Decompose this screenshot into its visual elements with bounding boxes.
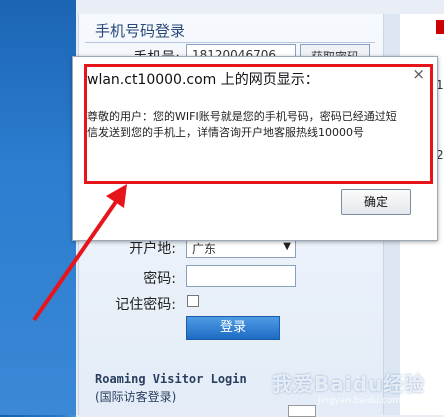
chevron-down-icon: ▼ — [283, 241, 291, 252]
password-input[interactable] — [186, 265, 296, 287]
roaming-login-title[interactable]: Roaming Visitor Login — [95, 372, 247, 386]
password-label: 密码: — [143, 271, 176, 287]
region-label: 开户地: — [129, 241, 176, 257]
watermark-text: 我爱Baidu经验 — [272, 372, 426, 396]
bottom-widget — [288, 405, 316, 417]
login-title: 手机号码登录 — [95, 22, 186, 40]
region-value: 广东 — [192, 242, 217, 256]
right-red-marker — [436, 20, 444, 34]
remember-label: 记住密码: — [115, 297, 176, 313]
roaming-login-subtitle: (国际访客登录) — [95, 390, 177, 404]
remember-checkbox[interactable] — [187, 295, 199, 307]
ok-button[interactable]: 确定 — [341, 189, 411, 215]
alert-dialog: wlan.ct10000.com 上的网页显示： × 尊敬的用户：您的WIFI账… — [72, 56, 438, 241]
title-divider — [85, 42, 375, 43]
watermark-sub: jingyan.baidu.com — [318, 396, 402, 406]
page-background — [0, 0, 76, 415]
login-button[interactable]: 登录 — [186, 316, 280, 340]
close-icon[interactable]: × — [412, 65, 425, 83]
dialog-message: 尊敬的用户：您的WIFI账号就是您的手机号码，密码已经通过短信发送到您的手机上，… — [87, 110, 397, 139]
dialog-title: wlan.ct10000.com 上的网页显示： — [87, 72, 319, 88]
